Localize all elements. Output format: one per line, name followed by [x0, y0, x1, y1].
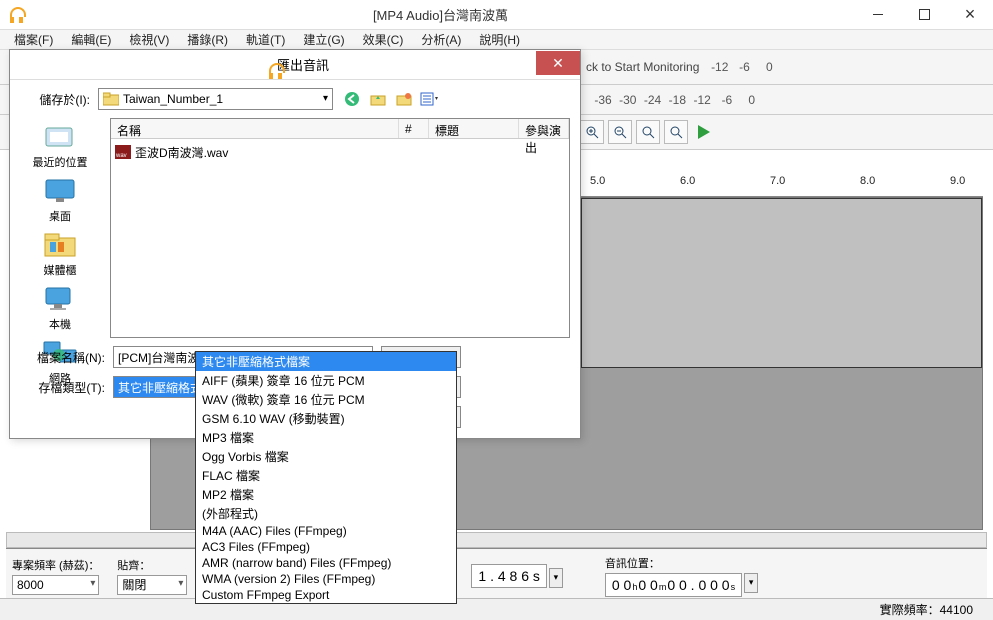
- zoom-in-icon[interactable]: [580, 120, 604, 144]
- place-library[interactable]: 媒體櫃: [25, 230, 95, 278]
- type-option[interactable]: 其它非壓縮格式檔案: [196, 352, 456, 371]
- filetype-label: 存檔類型(T):: [20, 379, 105, 396]
- menu-tracks[interactable]: 軌道(T): [238, 29, 293, 50]
- type-option[interactable]: (外部程式): [196, 504, 456, 523]
- folder-icon: [103, 92, 119, 106]
- snap-value: 關閉: [122, 576, 146, 593]
- menu-help[interactable]: 說明(H): [471, 29, 528, 50]
- type-option[interactable]: MP2 檔案: [196, 485, 456, 504]
- app-icon: [10, 7, 26, 23]
- menu-edit[interactable]: 編輯(E): [63, 29, 119, 50]
- main-close-button[interactable]: [947, 1, 993, 29]
- col-num[interactable]: #: [399, 119, 429, 138]
- dialog-close-button[interactable]: ✕: [536, 51, 580, 75]
- time-spinner[interactable]: ▾: [549, 568, 563, 588]
- menu-file[interactable]: 檔案(F): [6, 29, 61, 50]
- zoom-fit-icon[interactable]: [664, 120, 688, 144]
- time-8: 8.0: [860, 175, 875, 187]
- file-row[interactable]: 歪波D南波灣.wav: [115, 143, 565, 161]
- folder-name: Taiwan_Number_1: [123, 92, 223, 106]
- menu-view[interactable]: 檢視(V): [121, 29, 177, 50]
- position-spinner[interactable]: ▾: [744, 573, 758, 593]
- type-option[interactable]: WMA (version 2) Files (FFmpeg): [196, 571, 456, 587]
- minimize-button[interactable]: [855, 1, 901, 29]
- db-b-24: -24: [642, 93, 664, 107]
- type-option[interactable]: AIFF (蘋果) 簽章 16 位元 PCM: [196, 371, 456, 390]
- position-label: 音訊位置：: [605, 555, 758, 571]
- rate-value: 8000: [17, 578, 44, 592]
- db-b-18: -18: [666, 93, 688, 107]
- place-computer[interactable]: 本機: [25, 284, 95, 332]
- time-6: 6.0: [680, 175, 695, 187]
- menu-analyze[interactable]: 分析(A): [413, 29, 469, 50]
- rate-label: 專案頻率 (赫茲)：: [12, 557, 99, 573]
- horizontal-scrollbar[interactable]: [6, 532, 987, 548]
- snap-combo[interactable]: 關閉: [117, 575, 187, 595]
- filename-label: 檔案名稱(N):: [20, 349, 105, 366]
- wav-file-icon: [115, 145, 131, 159]
- menu-record[interactable]: 播錄(R): [179, 29, 236, 50]
- db-b-6: -6: [716, 93, 738, 107]
- menu-bar: 檔案(F) 編輯(E) 檢視(V) 播錄(R) 軌道(T) 建立(G) 效果(C…: [0, 30, 993, 50]
- col-artist[interactable]: 參與演出: [519, 119, 569, 138]
- place-desktop[interactable]: 桌面: [25, 176, 95, 224]
- status-bar: 實際頻率：44100: [0, 598, 993, 620]
- view-menu-icon[interactable]: [419, 88, 441, 110]
- track-canvas[interactable]: [581, 198, 982, 368]
- type-option[interactable]: AC3 Files (FFmpeg): [196, 539, 456, 555]
- play-button[interactable]: [692, 120, 716, 144]
- db-b-36: -36: [592, 93, 614, 107]
- maximize-button[interactable]: [901, 1, 947, 29]
- col-name[interactable]: 名稱: [111, 119, 399, 138]
- zoom-out-icon[interactable]: [608, 120, 632, 144]
- actual-rate: 實際頻率：44100: [880, 601, 973, 618]
- snap-label: 貼齊：: [117, 557, 187, 573]
- file-name: 歪波D南波灣.wav: [135, 144, 228, 161]
- place-recent[interactable]: 最近的位置: [25, 122, 95, 170]
- selection-bar: 專案頻率 (赫茲)： 8000 貼齊： 關閉 1 . 4 8 6 s ▾ 音訊位…: [6, 548, 987, 598]
- selection-end-time[interactable]: 1 . 4 8 6 s: [471, 564, 546, 588]
- db-b-12: -12: [691, 93, 713, 107]
- back-icon[interactable]: [341, 88, 363, 110]
- audio-position[interactable]: 0 0h 0 0m 0 0 . 0 0 0s: [605, 573, 742, 597]
- db-top-0: 0: [758, 60, 780, 74]
- menu-create[interactable]: 建立(G): [295, 29, 352, 50]
- time-9: 9.0: [950, 175, 965, 187]
- zoom-sel-icon[interactable]: [636, 120, 660, 144]
- up-icon[interactable]: [367, 88, 389, 110]
- type-option[interactable]: WAV (微軟) 簽章 16 位元 PCM: [196, 390, 456, 409]
- time-5: 5.0: [590, 175, 605, 187]
- timeline-ruler[interactable]: 5.0 6.0 7.0 8.0 9.0: [580, 175, 983, 197]
- window-title: [MP4 Audio]台灣南波萬: [26, 5, 855, 24]
- monitoring-text[interactable]: ck to Start Monitoring: [586, 60, 699, 74]
- db-top-12: -12: [709, 60, 731, 74]
- db-top-6: -6: [734, 60, 756, 74]
- db-b-30: -30: [617, 93, 639, 107]
- col-title[interactable]: 標題: [429, 119, 519, 138]
- file-list[interactable]: 名稱 # 標題 參與演出 歪波D南波灣.wav: [110, 118, 570, 338]
- save-folder-combo[interactable]: Taiwan_Number_1: [98, 88, 333, 110]
- type-option[interactable]: FLAC 檔案: [196, 466, 456, 485]
- time-7: 7.0: [770, 175, 785, 187]
- type-option[interactable]: Ogg Vorbis 檔案: [196, 447, 456, 466]
- new-folder-icon[interactable]: [393, 88, 415, 110]
- project-rate-combo[interactable]: 8000: [12, 575, 99, 595]
- type-option[interactable]: Custom FFmpeg Export: [196, 587, 456, 603]
- main-title-bar: [MP4 Audio]台灣南波萬: [0, 0, 993, 30]
- dialog-app-icon: [269, 63, 285, 79]
- places-sidebar: 最近的位置 桌面 媒體櫃 本機 網路: [20, 118, 100, 338]
- save-in-label: 儲存於(I):: [20, 91, 90, 108]
- type-option[interactable]: M4A (AAC) Files (FFmpeg): [196, 523, 456, 539]
- menu-effects[interactable]: 效果(C): [355, 29, 412, 50]
- db-b-0: 0: [741, 93, 763, 107]
- type-option[interactable]: AMR (narrow band) Files (FFmpeg): [196, 555, 456, 571]
- filetype-dropdown[interactable]: 其它非壓縮格式檔案 AIFF (蘋果) 簽章 16 位元 PCM WAV (微軟…: [195, 351, 457, 604]
- type-option[interactable]: MP3 檔案: [196, 428, 456, 447]
- type-option[interactable]: GSM 6.10 WAV (移動裝置): [196, 409, 456, 428]
